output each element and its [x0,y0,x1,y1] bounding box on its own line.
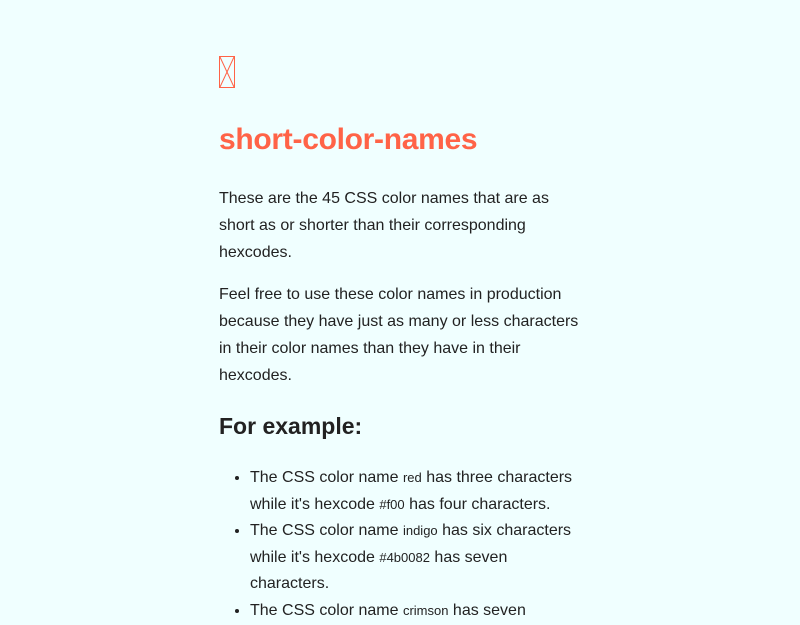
usage-paragraph: Feel free to use these color names in pr… [219,286,579,384]
examples-list: The CSS color name red has three charact… [219,465,584,625]
color-name: crimson [402,602,449,618]
hexcode: #4b0082 [379,549,430,565]
intro-paragraph: These are the 45 CSS color names that ar… [219,190,549,261]
broken-image-icon [219,56,235,88]
examples-heading: For example: [219,413,363,439]
color-name: red [402,470,422,485]
list-item: The CSS color name red has three charact… [250,465,584,518]
list-item: The CSS color name crimson has seven [250,598,584,625]
page-title: short-color-names [219,123,478,156]
hexcode: #f00 [379,496,405,512]
article: short-color-names These are the 45 CSS c… [219,56,584,625]
color-name: indigo [402,523,438,539]
list-item: The CSS color name indigo has six charac… [250,518,584,598]
